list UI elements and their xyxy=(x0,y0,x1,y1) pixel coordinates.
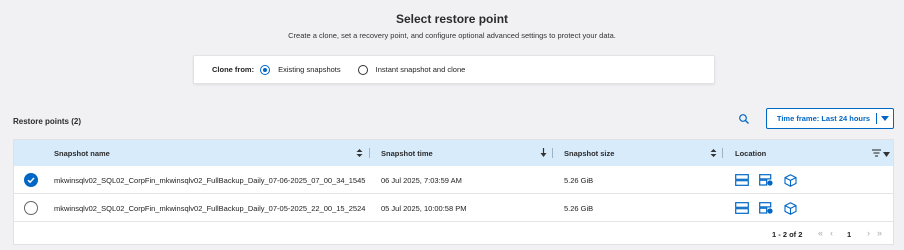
column-header-location[interactable]: Location xyxy=(735,140,766,166)
timeframe-dropdown[interactable]: Time frame: Last 24 hours xyxy=(766,108,894,129)
timeframe-label: Time frame: Last 24 hours xyxy=(776,114,871,123)
snapshot-name: mkwinsqlv02_SQL02_CorpFin_mkwinsqlv02_Fu… xyxy=(54,203,366,213)
snapshot-time: 06 Jul 2025, 7:03:59 AM xyxy=(381,175,462,185)
previous-page-icon[interactable]: ‹ xyxy=(830,228,833,238)
last-page-icon[interactable]: » xyxy=(877,228,882,238)
existing-snapshots-label: Existing snapshots xyxy=(278,65,341,74)
chevron-down-icon[interactable] xyxy=(877,116,893,121)
page-subtitle: Create a clone, set a recovery point, an… xyxy=(288,31,616,40)
restore-points-heading: Restore points (2) xyxy=(13,117,82,126)
column-divider[interactable] xyxy=(552,148,553,158)
clone-from-label: Clone from: xyxy=(212,65,255,74)
next-page-icon[interactable]: › xyxy=(867,228,870,238)
row-select-checkbox[interactable] xyxy=(24,173,38,187)
table-row[interactable]: mkwinsqlv02_SQL02_CorpFin_mkwinsqlv02_Fu… xyxy=(14,194,893,222)
page-title: Select restore point xyxy=(395,12,509,26)
instant-snapshot-label: Instant snapshot and clone xyxy=(375,65,466,74)
object-store-icon[interactable] xyxy=(784,202,798,215)
column-header-snapshot-time[interactable]: Snapshot time xyxy=(381,140,433,166)
snapshot-size: 5.26 GiB xyxy=(564,175,594,185)
pagination: 1 - 2 of 2 « ‹ 1 › » xyxy=(14,224,893,244)
snapshot-time: 05 Jul 2025, 10:00:58 PM xyxy=(381,203,467,213)
existing-snapshots-option[interactable]: Existing snapshots xyxy=(260,64,341,75)
row-select-checkbox[interactable] xyxy=(24,201,38,215)
storage-icon[interactable] xyxy=(735,202,749,214)
sort-icon[interactable] xyxy=(356,149,363,157)
sort-icon[interactable] xyxy=(710,149,717,157)
chevron-down-icon[interactable] xyxy=(883,150,890,158)
storage-icon[interactable] xyxy=(735,174,749,186)
column-divider[interactable] xyxy=(369,148,370,158)
restore-points-table: Snapshot name Snapshot time Snapshot siz… xyxy=(13,139,894,245)
cloud-storage-icon[interactable] xyxy=(759,202,773,214)
table-header: Snapshot name Snapshot time Snapshot siz… xyxy=(14,140,893,166)
sort-descending-icon[interactable] xyxy=(540,148,547,157)
snapshot-name: mkwinsqlv02_SQL02_CorpFin_mkwinsqlv02_Fu… xyxy=(54,175,366,185)
existing-snapshots-radio[interactable] xyxy=(260,64,271,75)
instant-snapshot-radio[interactable] xyxy=(357,64,368,75)
column-divider[interactable] xyxy=(722,148,723,158)
first-page-icon[interactable]: « xyxy=(818,228,823,238)
instant-snapshot-option[interactable]: Instant snapshot and clone xyxy=(357,64,466,75)
pagination-range: 1 - 2 of 2 xyxy=(772,230,803,239)
filter-icon[interactable] xyxy=(872,149,881,157)
table-row[interactable]: mkwinsqlv02_SQL02_CorpFin_mkwinsqlv02_Fu… xyxy=(14,166,893,194)
snapshot-size: 5.26 GiB xyxy=(564,203,594,213)
clone-from-panel: Clone from: Existing snapshots Instant s… xyxy=(193,55,715,84)
object-store-icon[interactable] xyxy=(784,174,798,187)
column-header-snapshot-name[interactable]: Snapshot name xyxy=(54,140,110,166)
column-header-snapshot-size[interactable]: Snapshot size xyxy=(564,140,614,166)
current-page[interactable]: 1 xyxy=(847,230,851,239)
search-icon[interactable] xyxy=(738,112,750,124)
cloud-storage-icon[interactable] xyxy=(759,174,773,186)
